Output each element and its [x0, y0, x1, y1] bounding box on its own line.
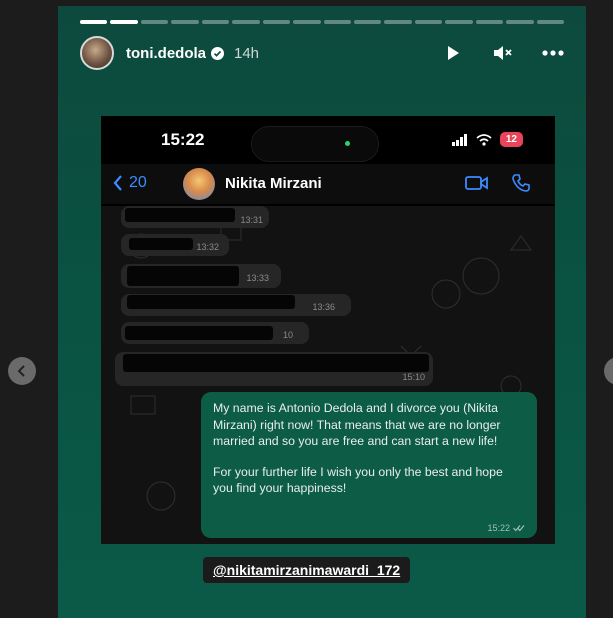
progress-segment — [353, 20, 382, 24]
more-options-button[interactable] — [542, 42, 564, 64]
progress-segment — [80, 20, 108, 24]
progress-segment — [140, 20, 169, 24]
chat-header: 20 Nikita Mirzani — [101, 164, 555, 204]
signal-icon — [451, 133, 467, 146]
chevron-left-icon — [17, 365, 25, 377]
battery-indicator: 12 — [499, 132, 523, 147]
message-time: 13:33 — [246, 273, 269, 283]
video-call-icon[interactable] — [465, 174, 489, 192]
story-viewer: toni.dedola 14h 15:22 12 20 Nikita Mirza… — [0, 0, 613, 618]
progress-segment — [445, 20, 473, 24]
message-time: 15:10 — [402, 372, 425, 382]
story-username[interactable]: toni.dedola — [126, 45, 206, 62]
message-time: 13:31 — [240, 215, 263, 225]
whatsapp-screenshot: 15:22 12 20 Nikita Mirzani 13:31 13:32 1… — [101, 116, 555, 544]
more-icon — [542, 50, 564, 56]
chevron-left-icon — [113, 175, 122, 191]
mention-tag[interactable]: @nikitamirzanimawardi_172 — [203, 557, 411, 583]
message-time: 13:32 — [196, 242, 219, 252]
progress-segment — [536, 20, 564, 24]
progress-segment — [171, 20, 199, 24]
back-button[interactable]: 20 — [113, 174, 147, 192]
progress-segment — [506, 20, 534, 24]
double-check-icon — [513, 525, 525, 532]
progress-segment — [384, 20, 412, 24]
play-button[interactable] — [442, 42, 464, 64]
contact-name[interactable]: Nikita Mirzani — [225, 175, 322, 192]
progress-segment — [201, 20, 230, 24]
progress-segment — [293, 20, 321, 24]
incoming-message[interactable]: 15:10 — [115, 352, 433, 386]
dynamic-island — [251, 126, 379, 162]
message-text: For your further life I wish you only th… — [213, 464, 503, 496]
phone-call-icon[interactable] — [511, 173, 531, 193]
progress-segment — [414, 20, 443, 24]
phone-clock: 15:22 — [161, 130, 205, 149]
story-header: toni.dedola 14h — [80, 36, 564, 70]
progress-segment — [110, 20, 138, 24]
message-time: 13:36 — [312, 302, 335, 312]
story-progress-bar — [80, 20, 564, 24]
incoming-message[interactable]: 13:31 — [121, 206, 269, 228]
avatar[interactable] — [183, 168, 215, 200]
progress-segment — [262, 20, 291, 24]
verified-badge-icon — [211, 46, 224, 60]
message-time: 10 — [282, 330, 293, 340]
incoming-message[interactable]: 13:32 — [121, 234, 229, 256]
mention-username[interactable]: @nikitamirzanimawardi_172 — [213, 562, 400, 578]
avatar[interactable] — [80, 36, 114, 70]
incoming-message[interactable]: 13:33 — [121, 264, 281, 288]
progress-segment — [323, 20, 351, 24]
story-time: 14h — [234, 44, 260, 62]
mute-button[interactable] — [492, 42, 514, 64]
incoming-message[interactable]: 13:36 — [121, 294, 351, 316]
message-text: My name is Antonio Dedola and I divorce … — [213, 401, 501, 448]
incoming-message[interactable]: 10 — [121, 322, 309, 344]
outgoing-message[interactable]: My name is Antonio Dedola and I divorce … — [201, 392, 537, 538]
wifi-icon — [476, 133, 492, 146]
previous-story-button[interactable] — [8, 357, 36, 385]
play-icon — [448, 46, 459, 60]
unread-count: 20 — [129, 174, 147, 191]
mute-icon — [494, 46, 512, 60]
progress-segment — [232, 20, 260, 24]
message-time: 15:22 — [487, 523, 510, 533]
chat-messages: 13:31 13:32 13:33 13:36 10 15:10 My name… — [101, 206, 555, 544]
progress-segment — [475, 20, 504, 24]
phone-status-bar: 15:22 12 — [101, 126, 555, 162]
next-story-button[interactable] — [604, 357, 613, 385]
story-frame: toni.dedola 14h 15:22 12 20 Nikita Mirza… — [58, 6, 586, 618]
